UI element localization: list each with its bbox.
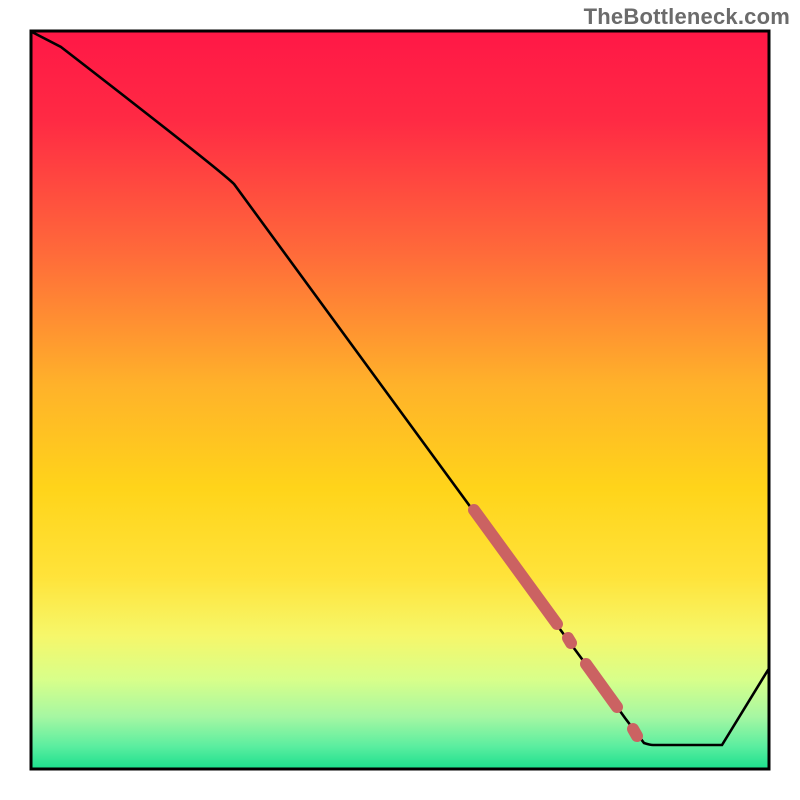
chart-canvas: [0, 0, 800, 800]
watermark-label: TheBottleneck.com: [584, 4, 790, 30]
dash-dot-2: [633, 729, 637, 736]
dash-dot-1: [568, 638, 571, 643]
plot-area-gradient: [32, 32, 768, 768]
chart-stage: TheBottleneck.com: [0, 0, 800, 800]
